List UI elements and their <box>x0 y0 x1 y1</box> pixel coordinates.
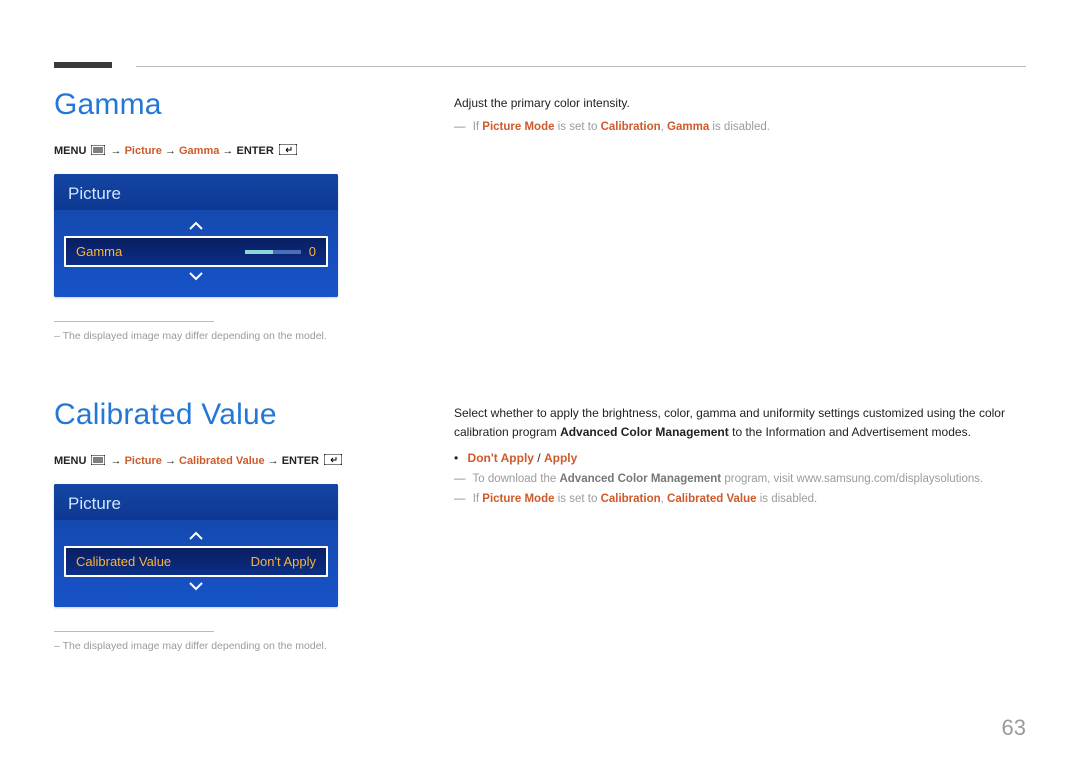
calibrated-ui-box: Picture Calibrated Value Don't Apply <box>54 484 338 607</box>
calibrated-breadcrumb: MENU → Picture → Calibrated Value → ENTE… <box>54 454 394 468</box>
chevron-up-icon[interactable] <box>54 218 338 234</box>
gamma-row-value: 0 <box>309 244 316 259</box>
calibrated-description: Select whether to apply the brightness, … <box>454 404 1026 441</box>
breadcrumb-menu: MENU <box>54 455 86 467</box>
ui-header: Picture <box>54 484 338 520</box>
gamma-note: ― If Picture Mode is set to Calibration,… <box>454 121 1026 133</box>
gamma-footnote: – The displayed image may differ dependi… <box>54 330 394 342</box>
gamma-description: Adjust the primary color intensity. <box>454 94 1026 113</box>
download-note: ― To download the Advanced Color Managem… <box>454 473 1026 485</box>
section-gamma: Gamma MENU → Picture → Gamma → ENTER Pic… <box>54 88 1026 342</box>
top-rule <box>136 66 1026 67</box>
breadcrumb-enter: ENTER <box>236 145 273 157</box>
calibrated-footnote: – The displayed image may differ dependi… <box>54 640 394 652</box>
top-tab-mark <box>54 62 112 68</box>
gamma-slider[interactable] <box>245 250 301 254</box>
calibrated-row-label: Calibrated Value <box>76 554 171 569</box>
page-number: 63 <box>1002 715 1026 741</box>
footnote-rule <box>54 631 214 632</box>
menu-icon <box>91 145 105 158</box>
gamma-row-label: Gamma <box>76 244 122 259</box>
ui-header: Picture <box>54 174 338 210</box>
gamma-row[interactable]: Gamma 0 <box>64 236 328 267</box>
calibrated-row[interactable]: Calibrated Value Don't Apply <box>64 546 328 577</box>
chevron-up-icon[interactable] <box>54 528 338 544</box>
gamma-breadcrumb: MENU → Picture → Gamma → ENTER <box>54 144 394 158</box>
gamma-title: Gamma <box>54 88 394 122</box>
breadcrumb-enter: ENTER <box>282 455 319 467</box>
breadcrumb-calibrated: Calibrated Value <box>179 455 265 467</box>
calibrated-row-value: Don't Apply <box>251 554 316 569</box>
calibrated-note: ― If Picture Mode is set to Calibration,… <box>454 493 1026 505</box>
section-calibrated-value: Calibrated Value MENU → Picture → Calibr… <box>54 398 1026 652</box>
calibrated-options: • Don't Apply / Apply <box>454 451 1026 465</box>
chevron-down-icon[interactable] <box>54 269 338 285</box>
calibrated-title: Calibrated Value <box>54 398 394 432</box>
breadcrumb-menu: MENU <box>54 145 86 157</box>
breadcrumb-picture: Picture <box>125 145 162 157</box>
gamma-ui-box: Picture Gamma 0 <box>54 174 338 297</box>
page-content: Gamma MENU → Picture → Gamma → ENTER Pic… <box>54 88 1026 725</box>
chevron-down-icon[interactable] <box>54 579 338 595</box>
footnote-rule <box>54 321 214 322</box>
menu-icon <box>91 455 105 468</box>
enter-icon <box>279 144 297 158</box>
breadcrumb-picture: Picture <box>125 455 162 467</box>
breadcrumb-gamma: Gamma <box>179 145 219 157</box>
enter-icon <box>324 454 342 468</box>
